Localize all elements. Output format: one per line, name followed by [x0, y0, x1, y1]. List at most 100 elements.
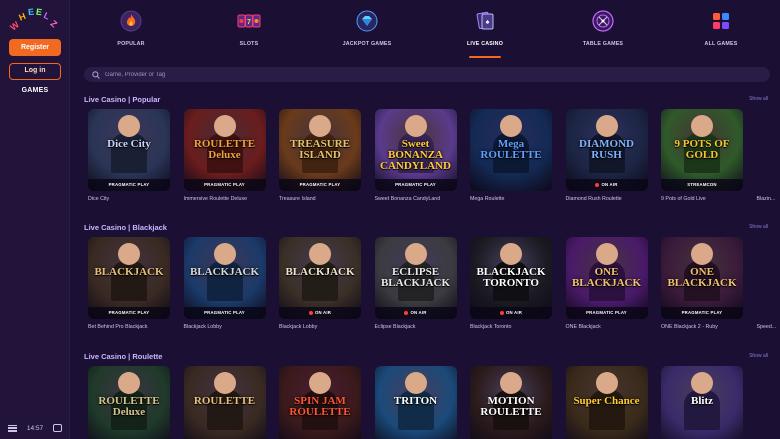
game-card[interactable]: ROULETTERoulette: [183, 366, 266, 439]
provider-caption: PRAGMATIC PLAY: [88, 179, 170, 191]
game-card[interactable]: TREASURE ISLAND PRAGMATIC PLAY Treasure Is…: [279, 109, 361, 202]
provider-caption: PRAGMATIC PLAY: [183, 179, 266, 191]
game-name[interactable]: Mega Roulette: [470, 196, 552, 202]
game-card[interactable]: [757, 366, 780, 439]
game-thumbnail[interactable]: ONE BLACKJACK PRAGMATIC PLAY: [661, 237, 743, 319]
game-thumbnail[interactable]: BLACKJACK PRAGMATIC PLAY: [183, 237, 266, 319]
tab-all-games[interactable]: ALL GAMES: [662, 0, 780, 62]
game-thumbnail[interactable]: ECLIPSE BLACKJACK ON AIR: [374, 237, 457, 319]
dealer-figure: [213, 115, 236, 137]
game-card[interactable]: BLACKJACK PRAGMATIC PLAY Blackjack Lobby: [183, 237, 266, 330]
tab-popular[interactable]: POPULAR: [72, 0, 190, 62]
game-card[interactable]: BLACKJACK PRAGMATIC PLAY Bet Behind Pro Bl…: [88, 237, 170, 330]
dealer-figure: [691, 243, 713, 265]
game-thumbnail[interactable]: Blitz: [661, 366, 743, 439]
svg-text:Z: Z: [48, 18, 59, 30]
game-name[interactable]: Eclipse Blackjack: [375, 324, 457, 330]
game-thumbnail[interactable]: ONE BLACKJACK PRAGMATIC PLAY: [565, 237, 648, 319]
game-name[interactable]: Dice City: [88, 196, 170, 202]
game-thumbnail[interactable]: BLACKJACK ON AIR: [279, 237, 361, 319]
tab-jackpot-games[interactable]: JACKPOT GAMES: [308, 0, 426, 62]
game-name[interactable]: ONE Blackjack: [566, 324, 648, 330]
game-card[interactable]: ROULETTE Deluxe PRAGMATIC PLAY Immersive R…: [183, 109, 266, 202]
login-button[interactable]: Log in: [9, 63, 61, 80]
game-card[interactable]: ONE BLACKJACK PRAGMATIC PLAY ONE Blackjack…: [661, 237, 743, 330]
game-name[interactable]: Blazin...: [757, 196, 780, 202]
game-art-title: BLACKJACK: [189, 266, 260, 278]
caption-text: ON AIR: [601, 182, 618, 187]
game-thumbnail[interactable]: TREASURE ISLAND PRAGMATIC PLAY: [279, 109, 361, 191]
tab-live-casino-label: LIVE CASINO: [466, 41, 504, 47]
game-thumbnail[interactable]: SPIN JAM ROULETTE: [279, 366, 361, 439]
wheelz-logo[interactable]: W H E E L Z: [5, 6, 65, 34]
search-bar[interactable]: [84, 67, 770, 82]
game-name[interactable]: Sweet Bonanza CandyLand: [375, 196, 457, 202]
game-name[interactable]: Bet Behind Pro Blackjack: [88, 324, 170, 330]
game-thumbnail[interactable]: MOTION ROULETTE: [470, 366, 552, 439]
game-card[interactable]: BLACKJACK TORONTO ON AIR Blackjack Toronto: [470, 237, 552, 330]
tab-table-games[interactable]: TABLE GAMES: [544, 0, 662, 62]
game-name[interactable]: Speed...: [757, 324, 780, 330]
show-all-link[interactable]: Show all: [749, 96, 768, 102]
game-card[interactable]: DIAMOND RUSH ON AIR Diamond Rush Roulette: [565, 109, 648, 202]
game-name[interactable]: 9 Pots of Gold Live: [661, 196, 743, 202]
tab-slots[interactable]: 7 SLOTS: [190, 0, 308, 62]
game-thumbnail[interactable]: [757, 237, 780, 319]
clock: 14:57: [26, 424, 44, 432]
game-name[interactable]: Blackjack Lobby: [184, 324, 266, 330]
game-name[interactable]: Immersive Roulette Deluxe: [184, 196, 266, 202]
chat-icon[interactable]: [53, 424, 62, 432]
game-card[interactable]: BLACKJACK ON AIR Blackjack Lobby: [279, 237, 361, 330]
game-art-title: TREASURE ISLAND: [290, 138, 350, 161]
game-thumbnail[interactable]: ROULETTE Deluxe PRAGMATIC PLAY: [183, 109, 266, 191]
search-input[interactable]: [105, 71, 405, 78]
game-thumbnail[interactable]: Super Chance: [565, 366, 648, 439]
game-card[interactable]: Speed...: [757, 237, 780, 330]
game-name[interactable]: Diamond Rush Roulette: [566, 196, 648, 202]
game-card[interactable]: Dice City PRAGMATIC PLAY Dice City: [88, 109, 170, 202]
game-thumbnail[interactable]: ROULETTE Deluxe: [88, 366, 170, 439]
game-card[interactable]: ROULETTE DeluxePrivé Lounge Roulette Del…: [88, 366, 170, 439]
diamond-icon: [355, 9, 379, 33]
game-thumbnail[interactable]: 9 POTS OF GOLD STREAMCON: [661, 109, 743, 191]
sidebar-footer: 14:57: [0, 417, 70, 439]
game-card[interactable]: ONE BLACKJACK PRAGMATIC PLAY ONE Blackjack: [565, 237, 648, 330]
game-card[interactable]: BlitzBlitz Roulette: [661, 366, 743, 439]
dealer-figure: [595, 243, 618, 265]
tab-table-games-label: TABLE GAMES: [582, 41, 624, 47]
game-name[interactable]: Blackjack Toronto: [470, 324, 552, 330]
game-thumbnail[interactable]: [757, 109, 780, 191]
game-card[interactable]: ECLIPSE BLACKJACK ON AIR Eclipse Blackjack: [374, 237, 457, 330]
show-all-link[interactable]: Show all: [749, 224, 768, 230]
game-thumbnail[interactable]: TRITON: [374, 366, 457, 439]
section-title: Live Casino | Roulette: [84, 352, 163, 361]
tab-live-casino[interactable]: ♠ LIVE CASINO: [426, 0, 544, 62]
game-card[interactable]: Super ChanceSuper Chance: [565, 366, 648, 439]
game-card[interactable]: TRITONTriton: [374, 366, 457, 439]
provider-caption: PRAGMATIC PLAY: [374, 179, 457, 191]
sidebar-item-games[interactable]: GAMES: [0, 87, 70, 94]
game-thumbnail[interactable]: DIAMOND RUSH ON AIR: [565, 109, 648, 191]
register-button[interactable]: Register: [9, 39, 61, 56]
game-thumbnail[interactable]: BLACKJACK PRAGMATIC PLAY: [88, 237, 170, 319]
game-card[interactable]: Sweet BONANZA CANDYLAND PRAGMATIC PLAY Swe…: [374, 109, 457, 202]
game-card[interactable]: MOTION ROULETTEMotion Roulette: [470, 366, 552, 439]
game-name[interactable]: Treasure Island: [279, 196, 361, 202]
show-all-link[interactable]: Show all: [749, 353, 768, 359]
dealer-figure: [309, 115, 331, 137]
menu-icon[interactable]: [8, 424, 17, 432]
game-name[interactable]: ONE Blackjack 2 - Ruby: [661, 324, 743, 330]
provider-caption: PRAGMATIC PLAY: [565, 307, 648, 319]
game-thumbnail[interactable]: BLACKJACK TORONTO ON AIR: [470, 237, 552, 319]
game-card[interactable]: Blazin...: [757, 109, 780, 202]
game-thumbnail[interactable]: Dice City PRAGMATIC PLAY: [88, 109, 170, 191]
game-thumbnail[interactable]: [757, 366, 780, 439]
game-card[interactable]: 9 POTS OF GOLD STREAMCON 9 Pots of Gold Li…: [661, 109, 743, 202]
game-card[interactable]: SPIN JAM ROULETTESpin Jam Roulette: [279, 366, 361, 439]
game-thumbnail[interactable]: ROULETTE: [183, 366, 266, 439]
game-thumbnail[interactable]: Sweet BONANZA CANDYLAND PRAGMATIC PLAY: [374, 109, 457, 191]
game-name[interactable]: Blackjack Lobby: [279, 324, 361, 330]
provider-caption: ON AIR: [279, 307, 361, 319]
game-card[interactable]: Mega ROULETTE Mega Roulette: [470, 109, 552, 202]
game-thumbnail[interactable]: Mega ROULETTE: [470, 109, 552, 191]
